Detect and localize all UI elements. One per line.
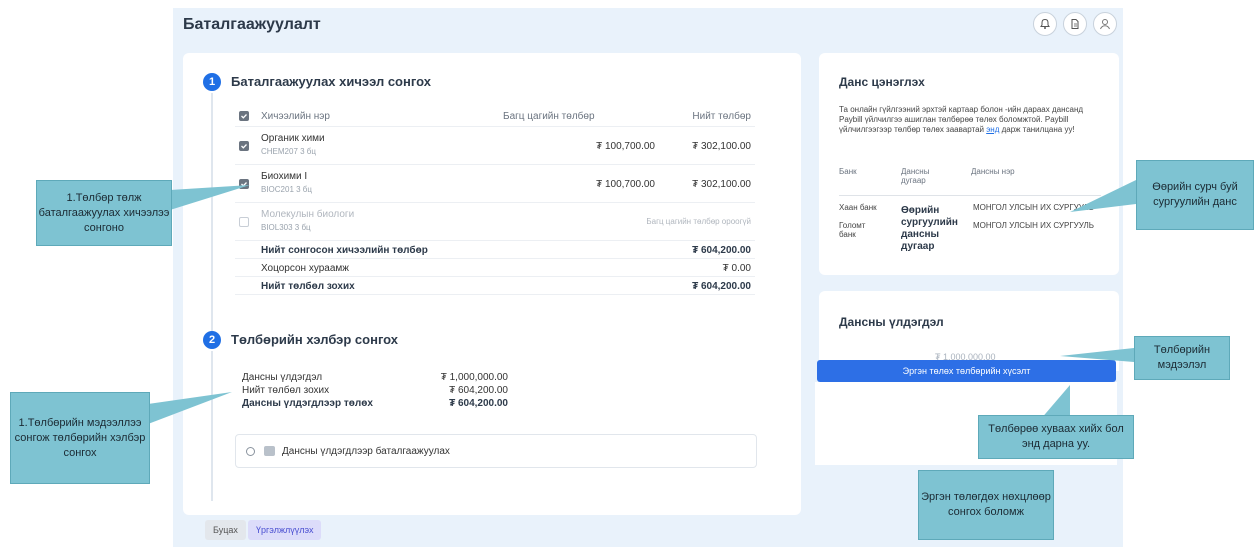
course-total-fee: ₮ 302,100.00 xyxy=(692,179,751,190)
col-account-name: Дансны нэр xyxy=(971,167,1015,176)
course-checkbox[interactable] xyxy=(239,217,249,227)
course-name: Органик хими xyxy=(261,133,325,144)
info-label: Нийт төлбөл зохих xyxy=(242,385,330,396)
table-header: Хичээлийн нэр Багц цагийн төлбөр Нийт тө… xyxy=(235,105,755,127)
balance-title: Дансны үлдэгдэл xyxy=(839,315,944,329)
col-unit-fee: Багц цагийн төлбөр xyxy=(503,111,595,122)
divider xyxy=(839,195,1101,196)
step-1-badge: 1 xyxy=(203,73,221,91)
installment-request-button[interactable]: Эргэн төлөх төлбөрийн хүсэлт xyxy=(817,360,1116,382)
course-total-fee: ₮ 302,100.00 xyxy=(692,141,751,152)
section1-title: Баталгаажуулах хичээл сонгох xyxy=(231,74,431,89)
course-table: Хичээлийн нэр Багц цагийн төлбөр Нийт тө… xyxy=(235,105,755,295)
course-total-fee: Багц цагийн төлбөр ороогүй xyxy=(646,217,751,226)
bell-icon[interactable] xyxy=(1033,12,1057,36)
select-all-checkbox[interactable] xyxy=(239,111,249,121)
bank-name: Голомт банк xyxy=(839,221,866,239)
payment-option[interactable]: Дансны үлдэгдлээр баталгаажуулах xyxy=(235,434,757,468)
summary-value: ₮ 604,200.00 xyxy=(692,281,751,292)
callout-payment-type: 1.Төлбөрийн мэдээллээ сонгож төлбөрийн х… xyxy=(10,392,150,484)
page-title: Баталгаажуулалт xyxy=(183,16,321,33)
info-label: Дансны үлдэгдлээр төлөх xyxy=(242,398,373,409)
summary-row: Нийт сонгосон хичээлийн төлбөр ₮ 604,200… xyxy=(235,241,755,259)
instructions-link[interactable]: энд xyxy=(986,125,999,134)
info-label: Дансны үлдэгдэл xyxy=(242,372,323,383)
callout-repayment-terms: Эргэн төлөгдөх нөхцлөөр сонгох боломж xyxy=(918,470,1054,540)
step-line xyxy=(211,351,213,501)
course-checkbox[interactable] xyxy=(239,141,249,151)
step-line xyxy=(211,93,213,333)
bank-name: Хаан банк xyxy=(839,203,877,212)
info-value: ₮ 604,200.00 xyxy=(449,398,508,409)
step-2-badge: 2 xyxy=(203,331,221,349)
document-icon[interactable] xyxy=(1063,12,1087,36)
col-account-number: Дансны дугаар xyxy=(901,167,930,185)
callout-split-payment: Төлбөрөө хуваах хийх бол энд дарна уу. xyxy=(978,415,1134,459)
summary-row: Хоцорсон хураамж ₮ 0.00 xyxy=(235,259,755,277)
course-unit-fee: ₮ 100,700.00 xyxy=(596,179,655,190)
account-number-overlay: Өөрийн сургуулийн дансны дугаар xyxy=(901,205,958,252)
topup-description: Та онлайн гүйлгээний эрхтэй картаар боло… xyxy=(839,105,1084,134)
info-value: ₮ 1,000,000.00 xyxy=(440,372,508,383)
summary-value: ₮ 604,200.00 xyxy=(692,245,751,256)
course-name: Биохими I xyxy=(261,171,308,182)
back-button[interactable]: Буцах xyxy=(205,520,246,540)
course-code: BIOL303 3 бц xyxy=(261,223,311,232)
col-course-name: Хичээлийн нэр xyxy=(261,111,330,122)
account-name: МОНГОЛ УЛСЫН ИХ СУРГУУЛЬ xyxy=(973,203,1095,212)
option-radio[interactable] xyxy=(246,447,255,456)
course-code: BIOC201 3 бц xyxy=(261,185,312,194)
summary-label: Нийт төлбөл зохих xyxy=(261,281,355,292)
course-checkbox[interactable] xyxy=(239,179,249,189)
course-name: Молекулын биологи xyxy=(261,209,355,220)
callout-payment-info: Төлбөрийн мэдээлэл xyxy=(1134,336,1230,380)
callout-school-account: Өөрийн сурч буй сургуулийн данс xyxy=(1136,160,1254,230)
continue-button[interactable]: Үргэлжлүүлэх xyxy=(248,520,322,540)
user-avatar-icon[interactable] xyxy=(1093,12,1117,36)
col-bank: Банк xyxy=(839,167,857,176)
topup-card: Данс цэнэглэх Та онлайн гүйлгээний эрхтэ… xyxy=(819,53,1119,275)
section2-title: Төлбөрийн хэлбэр сонгох xyxy=(231,332,399,347)
callout-select-courses: 1.Төлбөр төлж баталгаажуулах хичээлээ со… xyxy=(36,180,172,246)
table-row[interactable]: Биохими I BIOC201 3 бц ₮ 100,700.00 ₮ 30… xyxy=(235,165,755,203)
summary-row: Нийт төлбөл зохих ₮ 604,200.00 xyxy=(235,277,755,295)
topup-title: Данс цэнэглэх xyxy=(839,75,925,89)
info-value: ₮ 604,200.00 xyxy=(449,385,508,396)
course-code: CHEM207 3 бц xyxy=(261,147,316,156)
wallet-icon xyxy=(264,446,275,456)
table-row[interactable]: Молекулын биологи BIOL303 3 бц Багц цаги… xyxy=(235,203,755,241)
course-unit-fee: ₮ 100,700.00 xyxy=(596,141,655,152)
account-name: МОНГОЛ УЛСЫН ИХ СУРГУУЛЬ xyxy=(973,221,1095,230)
summary-label: Нийт сонгосон хичээлийн төлбөр xyxy=(261,245,428,256)
col-total-fee: Нийт төлбөр xyxy=(692,111,751,122)
table-row[interactable]: Органик хими CHEM207 3 бц ₮ 100,700.00 ₮… xyxy=(235,127,755,165)
summary-label: Хоцорсон хураамж xyxy=(261,263,349,274)
option-label: Дансны үлдэгдлээр баталгаажуулах xyxy=(282,446,450,457)
header-icons xyxy=(1033,12,1117,36)
summary-value: ₮ 0.00 xyxy=(722,263,751,274)
